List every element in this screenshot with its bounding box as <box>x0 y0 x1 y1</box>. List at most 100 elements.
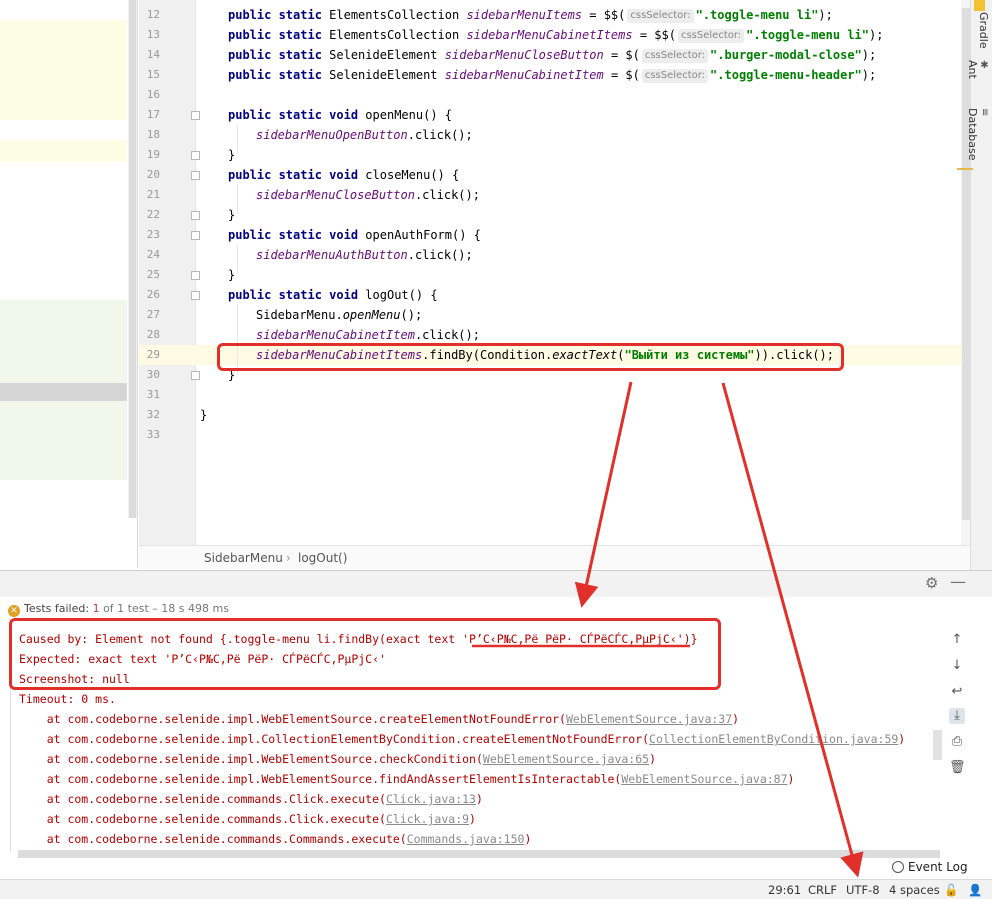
project-panel-edge <box>0 0 138 568</box>
line-number: 20 <box>146 168 160 181</box>
line-number: 31 <box>146 388 160 401</box>
code-line-13[interactable]: public static ElementsCollection sidebar… <box>228 25 883 45</box>
line-number: 28 <box>146 328 160 341</box>
database-icon: ≡ <box>979 108 990 117</box>
stack-trace-line: at com.codeborne.selenide.commands.Click… <box>19 792 483 806</box>
gear-icon[interactable]: ⚙ <box>925 574 938 592</box>
scroll-to-end-icon[interactable]: ⤓ <box>949 708 965 724</box>
console-line-expected: Expected: exact text 'Р’С‹Р№С‚Рё РёР· СЃ… <box>19 652 386 666</box>
line-number: 19 <box>146 148 160 161</box>
line-number: 13 <box>146 28 160 41</box>
event-log-icon <box>892 861 904 873</box>
run-header: ⚙ — <box>0 571 992 597</box>
code-line-15[interactable]: public static SelenideElement sidebarMen… <box>228 65 876 85</box>
console-scrollbar[interactable] <box>933 730 942 760</box>
line-number: 21 <box>146 188 160 201</box>
caret-position[interactable]: 29:61 <box>768 883 801 897</box>
fold-marker-icon[interactable] <box>191 291 200 300</box>
stack-trace-line: at com.codeborne.selenide.impl.WebElemen… <box>19 752 656 766</box>
stack-trace-line: at com.codeborne.selenide.commands.Click… <box>19 812 476 826</box>
fold-marker-icon[interactable] <box>191 111 200 120</box>
code-line-25[interactable]: } <box>228 265 235 285</box>
tab-database[interactable]: ≡ Database <box>966 108 990 161</box>
code-line-20[interactable]: public static void closeMenu() { <box>228 165 459 185</box>
breadcrumb-class[interactable]: SidebarMenu <box>204 551 283 565</box>
code-line-23[interactable]: public static void openAuthForm() { <box>228 225 481 245</box>
source-link[interactable]: WebElementSource.java:37 <box>566 712 732 726</box>
tab-gradle[interactable]: Gradle <box>974 12 990 49</box>
fold-marker-icon[interactable] <box>191 371 200 380</box>
line-number: 18 <box>146 128 160 141</box>
source-link[interactable]: Click.java:13 <box>386 792 476 806</box>
line-number: 26 <box>146 288 160 301</box>
code-line-30[interactable]: } <box>228 365 235 385</box>
console-line-caused-by: Caused by: Element not found {.toggle-me… <box>19 632 698 646</box>
code-line-21[interactable]: sidebarMenuCloseButton.click(); <box>256 185 480 205</box>
source-link[interactable]: CollectionElementByCondition.java:59 <box>649 732 898 746</box>
arrow-up-icon[interactable]: ↑ <box>949 632 965 648</box>
highlight-band <box>0 20 127 120</box>
code-line-29[interactable]: sidebarMenuCabinetItems.findBy(Condition… <box>256 345 834 365</box>
source-link[interactable]: Commands.java:150 <box>407 832 525 846</box>
run-toolbar: ↑ ↓ ↩ ⤓ ⎙ 🗑 <box>944 626 970 786</box>
fold-marker-icon[interactable] <box>191 211 200 220</box>
right-tool-strip: Gradle ✱ Ant ≡ Database <box>957 0 992 570</box>
console-line-timeout: Timeout: 0 ms. <box>19 692 116 706</box>
breadcrumb-method[interactable]: logOut() <box>298 551 347 565</box>
source-link[interactable]: WebElementSource.java:65 <box>483 752 649 766</box>
stack-trace-line: at com.codeborne.selenide.impl.WebElemen… <box>19 772 795 786</box>
line-number: 29 <box>146 348 160 361</box>
test-status: ✕ Tests failed: 1 of 1 test – 18 s 498 ms <box>8 602 229 617</box>
fold-marker-icon[interactable] <box>191 151 200 160</box>
code-line-18[interactable]: sidebarMenuOpenButton.click(); <box>256 125 473 145</box>
fold-marker-icon[interactable] <box>191 171 200 180</box>
param-hint: cssSelector: <box>641 49 709 63</box>
stack-trace-line: at com.codeborne.selenide.impl.Collectio… <box>19 732 906 746</box>
code-line-14[interactable]: public static SelenideElement sidebarMen… <box>228 45 876 65</box>
fold-marker-icon[interactable] <box>191 271 200 280</box>
code-line-19[interactable]: } <box>228 145 235 165</box>
code-line-22[interactable]: } <box>228 205 235 225</box>
fold-marker-icon[interactable] <box>191 231 200 240</box>
line-number: 24 <box>146 248 160 261</box>
selected-row[interactable] <box>0 383 127 401</box>
event-log-button[interactable]: Event Log <box>892 860 968 874</box>
file-encoding[interactable]: UTF-8 <box>846 883 880 897</box>
soft-wrap-icon[interactable]: ↩ <box>949 684 965 700</box>
line-number: 12 <box>146 8 160 21</box>
code-line-32[interactable]: } <box>200 405 207 425</box>
code-line-12[interactable]: public static ElementsCollection sidebar… <box>228 5 833 25</box>
line-number: 14 <box>146 48 160 61</box>
console-line-screenshot: Screenshot: null <box>19 672 130 686</box>
line-separator[interactable]: CRLF <box>808 883 837 897</box>
indent-setting[interactable]: 4 spaces <box>889 883 940 897</box>
console-horizontal-scrollbar[interactable] <box>18 850 940 858</box>
minimize-icon[interactable]: — <box>950 572 966 591</box>
highlight-band <box>0 140 127 162</box>
line-number: 17 <box>146 108 160 121</box>
inspector-icon[interactable]: 👤 <box>968 883 982 897</box>
code-editor[interactable]: 12 13 14 15 16 17 18 19 20 21 22 23 24 25 26 27 28 29 30 31… <box>139 0 971 545</box>
warning-marker-icon[interactable] <box>974 0 985 11</box>
test-failed-icon: ✕ <box>8 605 20 617</box>
print-icon[interactable]: ⎙ <box>949 734 965 750</box>
line-number: 22 <box>146 208 160 221</box>
line-number: 23 <box>146 228 160 241</box>
code-line-27[interactable]: SidebarMenu.openMenu(); <box>256 305 422 325</box>
trash-icon[interactable]: 🗑 <box>949 760 966 776</box>
lock-icon[interactable]: 🔓 <box>944 883 958 897</box>
code-line-26[interactable]: public static void logOut() { <box>228 285 438 305</box>
code-line-24[interactable]: sidebarMenuAuthButton.click(); <box>256 245 473 265</box>
console-output[interactable]: Caused by: Element not found {.toggle-me… <box>10 626 942 852</box>
source-link[interactable]: WebElementSource.java:87 <box>621 772 787 786</box>
line-number: 30 <box>146 368 160 381</box>
line-number: 33 <box>146 428 160 441</box>
code-line-17[interactable]: public static void openMenu() { <box>228 105 452 125</box>
project-scrollbar[interactable] <box>128 0 137 518</box>
tab-ant[interactable]: ✱ Ant <box>966 60 990 79</box>
line-number: 25 <box>146 268 160 281</box>
arrow-down-icon[interactable]: ↓ <box>949 658 965 674</box>
source-link[interactable]: Click.java:9 <box>386 812 469 826</box>
line-number: 16 <box>146 88 160 101</box>
code-line-28[interactable]: sidebarMenuCabinetItem.click(); <box>256 325 480 345</box>
